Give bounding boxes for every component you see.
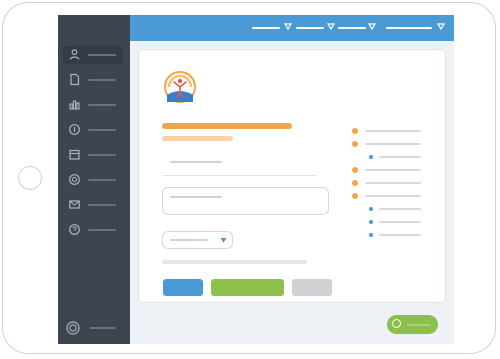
list-item[interactable] [365, 169, 421, 171]
helper-text [162, 260, 307, 264]
chevron-down-icon [368, 23, 376, 31]
select-value [170, 239, 208, 241]
list-sub-bullet [369, 220, 373, 224]
chevron-down-icon [437, 23, 445, 31]
document-icon [70, 73, 80, 86]
toggle-label [407, 324, 431, 326]
list-sub-item[interactable] [379, 156, 421, 158]
sidebar-item-profile[interactable] [63, 46, 123, 64]
nav-menu-3[interactable] [338, 23, 378, 33]
list-sub-item[interactable] [379, 208, 421, 210]
nav-menu-4[interactable] [386, 23, 446, 33]
globe-icon [69, 174, 80, 185]
sidebar-item-mail[interactable] [63, 196, 123, 214]
page-subtitle [162, 136, 233, 141]
cancel-button[interactable] [292, 279, 332, 296]
info-icon [69, 124, 80, 135]
nav-menu-label [252, 27, 280, 29]
chevron-down-icon [327, 23, 335, 31]
divider [162, 175, 317, 176]
sidebar-item-label [88, 129, 116, 131]
account-label [90, 327, 116, 329]
list-sub-item[interactable] [379, 234, 421, 236]
list-sub-bullet [369, 207, 373, 211]
list-bullet [352, 167, 358, 173]
target-icon[interactable] [66, 321, 80, 335]
sidebar-item-reports[interactable] [63, 96, 123, 114]
sidebar-item-label [88, 179, 116, 181]
page-title [162, 123, 292, 129]
content-card [138, 49, 446, 303]
list-bullet [352, 128, 358, 134]
home-button[interactable] [18, 166, 42, 190]
bar-chart-icon [69, 100, 80, 110]
sidebar-item-global[interactable] [63, 171, 123, 189]
sidebar-item-documents[interactable] [63, 71, 123, 89]
user-icon [69, 49, 80, 60]
nav-menu-2[interactable] [296, 23, 336, 33]
calendar-icon [69, 149, 80, 160]
sidebar-item-label [88, 79, 116, 81]
list-item[interactable] [365, 130, 421, 132]
list-item[interactable] [365, 195, 421, 197]
chevron-down-icon [220, 237, 227, 243]
toggle-switch[interactable] [387, 315, 438, 334]
list-sub-item[interactable] [379, 221, 421, 223]
sidebar-item-label [88, 154, 116, 156]
list-item[interactable] [365, 143, 421, 145]
sidebar-item-calendar[interactable] [63, 146, 123, 164]
person-sun-logo [164, 71, 196, 103]
submit-button[interactable] [211, 279, 284, 296]
nav-menu-label [338, 27, 366, 29]
tablet-frame [2, 2, 496, 354]
sidebar-item-label [88, 104, 116, 106]
text-input[interactable] [162, 187, 329, 215]
nav-menu-label [386, 27, 432, 29]
mail-icon [69, 200, 80, 209]
dropdown-select[interactable] [162, 231, 233, 249]
sidebar-item-help[interactable] [63, 221, 123, 239]
primary-button[interactable] [163, 279, 203, 296]
sidebar-item-label [88, 204, 116, 206]
list-bullet [352, 180, 358, 186]
sidebar-item-info[interactable] [63, 121, 123, 139]
list-item[interactable] [365, 182, 421, 184]
top-navigation-bar [130, 15, 454, 41]
field-label [170, 161, 222, 163]
sidebar [58, 15, 130, 344]
nav-menu-label [296, 27, 324, 29]
list-sub-bullet [369, 155, 373, 159]
list-bullet [352, 141, 358, 147]
list-bullet [352, 193, 358, 199]
sidebar-item-label [88, 229, 116, 231]
toggle-knob [392, 319, 401, 328]
nav-menu-1[interactable] [252, 23, 292, 33]
chevron-down-icon [284, 23, 292, 31]
list-sub-bullet [369, 233, 373, 237]
help-icon [69, 224, 80, 235]
input-placeholder [170, 196, 222, 198]
app-screen [58, 15, 454, 344]
sidebar-item-label [88, 54, 116, 56]
